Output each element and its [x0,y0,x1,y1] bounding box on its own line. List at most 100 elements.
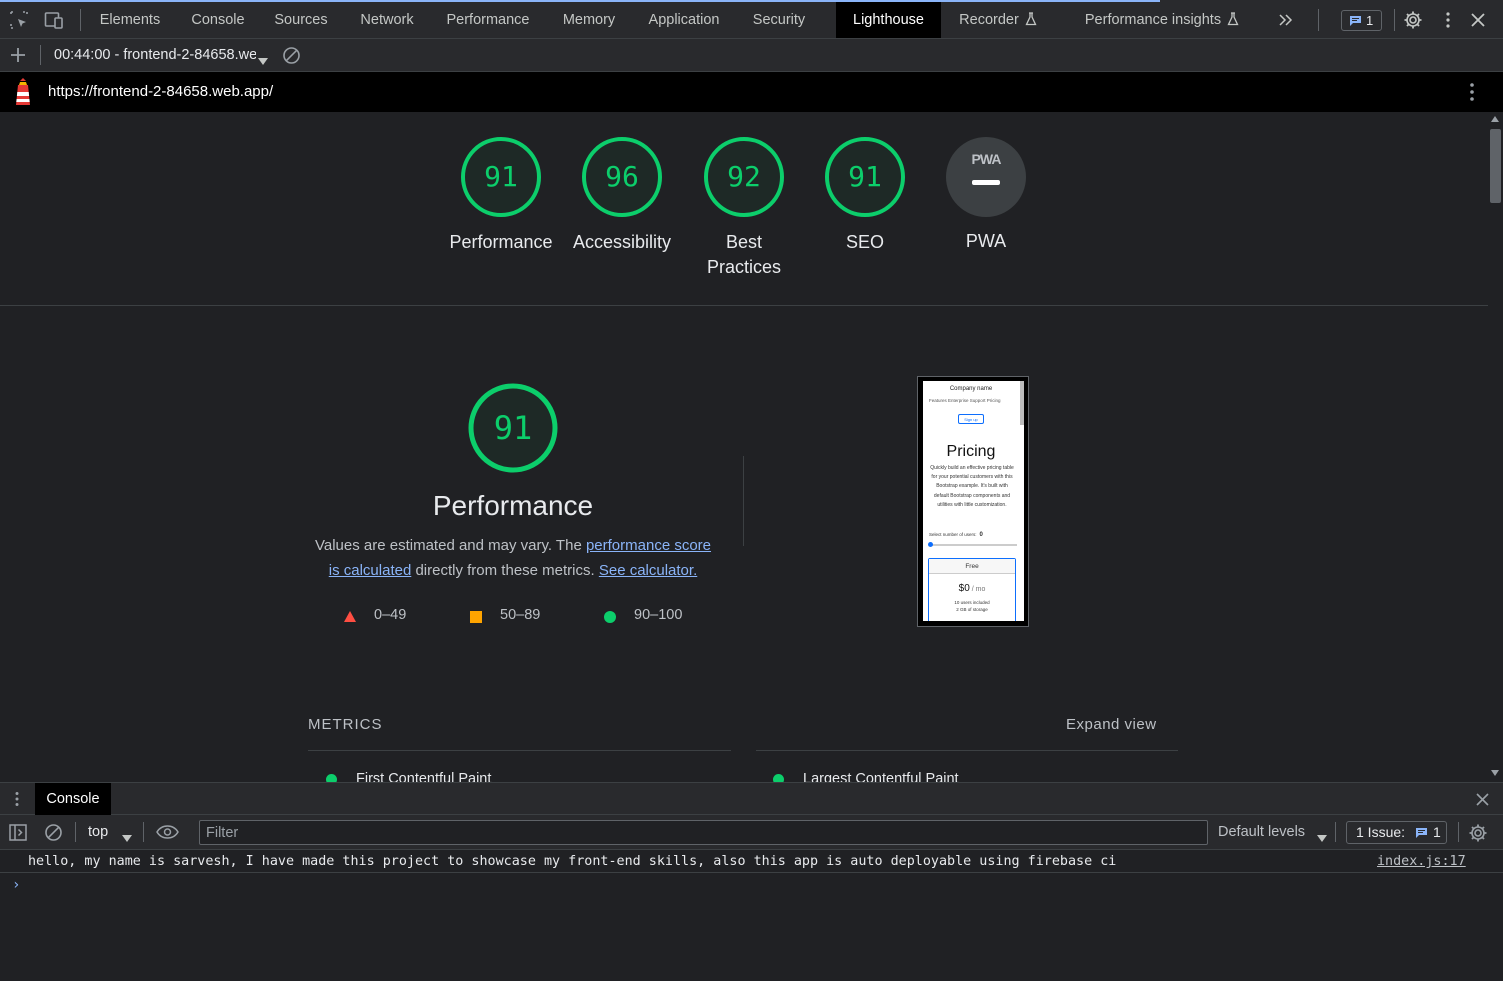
tab-lighthouse[interactable]: Lighthouse [836,2,941,38]
gauge-pwa[interactable]: PWA PWA [926,137,1046,254]
report-menu-kebab-icon[interactable] [1468,82,1476,107]
expand-view-toggle[interactable]: Expand view [1066,716,1157,733]
desc-text: Values are estimated and may vary. The [314,537,586,554]
screenshot-slider-knob [928,542,933,547]
section-vertical-divider [743,456,744,546]
legend-label: 90–100 [634,607,683,623]
devtools-tab-bar: Elements Console Sources Network Perform… [0,0,1503,39]
screenshot-scrollbar [1020,381,1024,425]
pwa-dash [972,180,1000,185]
toolbar-divider [80,9,81,31]
price-value: $0 [958,583,970,594]
close-devtools-icon[interactable] [1468,10,1488,30]
drawer-menu-kebab-icon[interactable] [13,791,21,812]
scroll-down-arrow-icon[interactable] [1491,770,1499,776]
tab-security[interactable]: Security [740,2,818,38]
dropdown-caret-icon[interactable] [258,52,268,70]
inspect-element-icon[interactable] [9,10,29,30]
metric-largest-contentful-paint: Largest Contentful Paint [773,771,959,782]
lighthouse-url-bar: https://frontend-2-84658.web.app/ [0,72,1503,112]
pwa-badge-text: PWA [971,151,1002,167]
clear-reports-icon[interactable] [282,46,301,70]
tab-console[interactable]: Console [178,2,258,38]
performance-title: Performance [432,490,594,521]
see-calculator-link[interactable]: See calculator. [599,562,697,579]
gauge-performance[interactable]: 91 Performance [441,136,561,255]
console-filter-input[interactable] [199,820,1208,845]
performance-big-gauge: 91 [467,382,559,474]
tab-network[interactable]: Network [345,2,429,38]
section-divider [0,305,1488,306]
device-toolbar-icon[interactable] [44,10,64,30]
issues-count: 1 [1433,824,1441,840]
drawer-tab-bar: Console [0,782,1503,815]
issues-button[interactable]: 1 Issue: 1 [1346,821,1447,844]
gauge-accessibility[interactable]: 96 Accessibility [562,136,682,255]
legend-average: 50–89 [470,607,540,623]
tab-application[interactable]: Application [635,2,733,38]
close-drawer-icon[interactable] [1475,792,1490,812]
dropdown-caret-icon[interactable] [1317,829,1327,847]
clear-console-icon[interactable] [44,823,63,847]
gauge-label: Accessibility [572,232,672,252]
gauge-label: SEO [845,232,884,252]
toolbar-divider [75,822,76,842]
lighthouse-report: 91 Performance 96 Accessibility 92 Best … [0,112,1488,782]
experimental-flask-icon [1025,4,1037,40]
tab-recorder[interactable]: Recorder [946,2,1050,38]
screenshot-select: Select number of users: 0 [929,532,983,538]
legend-label: 50–89 [500,607,541,623]
toolbar-divider [1318,9,1319,31]
new-report-plus-icon[interactable] [9,46,27,64]
screenshot-nav: Features Enterprise Support Pricing [929,398,1001,403]
tab-memory[interactable]: Memory [549,2,629,38]
live-expression-eye-icon[interactable] [156,825,179,844]
tab-sources[interactable]: Sources [262,2,340,38]
tab-elements[interactable]: Elements [86,2,174,38]
screenshot-desc: Quickly build an effective pricing table… [930,465,1014,508]
toolbar-divider [1335,822,1336,842]
log-levels-select[interactable]: Default levels [1218,824,1305,840]
pass-circle-icon [326,774,337,782]
card-line: 10 users included [954,600,990,605]
report-select-dropdown[interactable]: 00:44:00 - frontend-2-84658.web.app [54,47,256,63]
card-price: $0 / mo [929,583,1015,594]
tab-performance[interactable]: Performance [433,2,543,38]
sidebar-toggle-icon[interactable] [9,824,27,846]
more-tabs-chevron-icon[interactable] [1276,10,1296,30]
pwa-badge-icon: PWA [946,137,1026,217]
gauge-score: 91 [848,160,882,193]
final-screenshot[interactable]: Company name Features Enterprise Support… [917,376,1029,627]
console-settings-gear-icon[interactable] [1468,823,1488,848]
console-output[interactable]: hello, my name is sarvesh, I have made t… [0,850,1503,981]
scrollbar-thumb[interactable] [1490,129,1501,203]
customize-kebab-icon[interactable] [1438,10,1458,30]
report-scrollbar[interactable] [1488,112,1503,782]
gauge-seo[interactable]: 91 SEO [805,136,925,255]
log-source-link[interactable]: index.js:17 [1377,854,1466,869]
console-toolbar: top Default levels 1 Issue: 1 [0,815,1503,850]
tab-performance-insights[interactable]: Performance insights [1072,2,1252,38]
screenshot-company: Company name [949,386,993,392]
metrics-heading: METRICS [308,716,383,733]
pass-circle-icon [604,611,616,623]
toolbar-divider [1394,9,1395,31]
metrics-divider [308,750,731,751]
log-message: hello, my name is sarvesh, I have made t… [28,854,1117,869]
gauge-best-practices[interactable]: 92 Best Practices [684,136,804,280]
legend-label: 0–49 [374,607,407,623]
settings-gear-icon[interactable] [1403,10,1423,30]
screenshot-slider [929,544,1017,546]
issues-counter-button[interactable]: 1 [1341,10,1382,31]
gauge-score: 92 [727,160,761,193]
dropdown-caret-icon[interactable] [122,829,132,847]
select-label: Select number of users: [929,532,977,537]
context-select[interactable]: top [88,824,108,840]
gauge-label: Performance [449,232,553,252]
issues-label: 1 Issue: [1356,824,1406,840]
card-title: Free [929,559,1015,574]
lighthouse-toolbar: 00:44:00 - frontend-2-84658.web.app [0,39,1503,72]
scroll-up-arrow-icon[interactable] [1491,116,1499,122]
drawer-tab-console[interactable]: Console [35,783,111,815]
console-prompt[interactable]: › [12,877,20,893]
